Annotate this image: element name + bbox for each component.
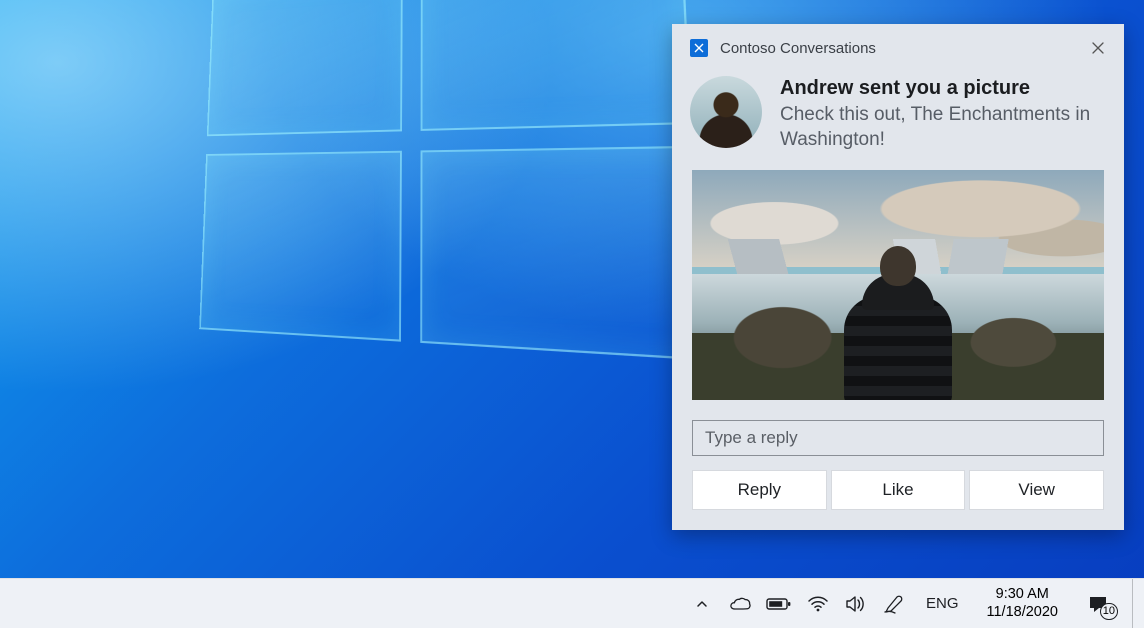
avatar (690, 76, 762, 148)
reply-input[interactable] (705, 428, 1091, 448)
reply-button[interactable]: Reply (692, 470, 827, 510)
toast-title: Andrew sent you a picture (780, 76, 1104, 101)
pen-ink-icon[interactable] (882, 579, 906, 628)
onedrive-icon[interactable] (728, 579, 752, 628)
close-icon[interactable] (1088, 38, 1108, 58)
show-desktop-button[interactable] (1132, 579, 1140, 628)
like-button[interactable]: Like (831, 470, 966, 510)
toast-header: Contoso Conversations (672, 24, 1124, 66)
tray-overflow-icon[interactable] (690, 579, 714, 628)
notification-hero-image (692, 170, 1104, 400)
system-tray: ENG 9:30 AM 11/18/2020 10 (690, 579, 1140, 628)
clock-time: 9:30 AM (987, 586, 1059, 603)
app-name: Contoso Conversations (720, 40, 1088, 57)
toast-subtitle: Check this out, The Enchantments in Wash… (780, 103, 1104, 152)
action-center-icon[interactable]: 10 (1084, 590, 1112, 618)
app-icon (690, 39, 708, 57)
taskbar: ENG 9:30 AM 11/18/2020 10 (0, 578, 1144, 628)
taskbar-clock[interactable]: 9:30 AM 11/18/2020 (979, 586, 1067, 620)
toast-actions: Reply Like View (692, 470, 1104, 510)
volume-icon[interactable] (844, 579, 868, 628)
language-indicator[interactable]: ENG (920, 579, 965, 628)
toast-body: Andrew sent you a picture Check this out… (672, 66, 1124, 156)
notification-badge: 10 (1100, 603, 1118, 620)
reply-input-container[interactable] (692, 420, 1104, 456)
wifi-icon[interactable] (806, 579, 830, 628)
view-button[interactable]: View (969, 470, 1104, 510)
clock-date: 11/18/2020 (987, 604, 1059, 621)
notification-toast: Contoso Conversations Andrew sent you a … (672, 24, 1124, 530)
windows-logo (198, 0, 717, 409)
battery-icon[interactable] (766, 579, 792, 628)
